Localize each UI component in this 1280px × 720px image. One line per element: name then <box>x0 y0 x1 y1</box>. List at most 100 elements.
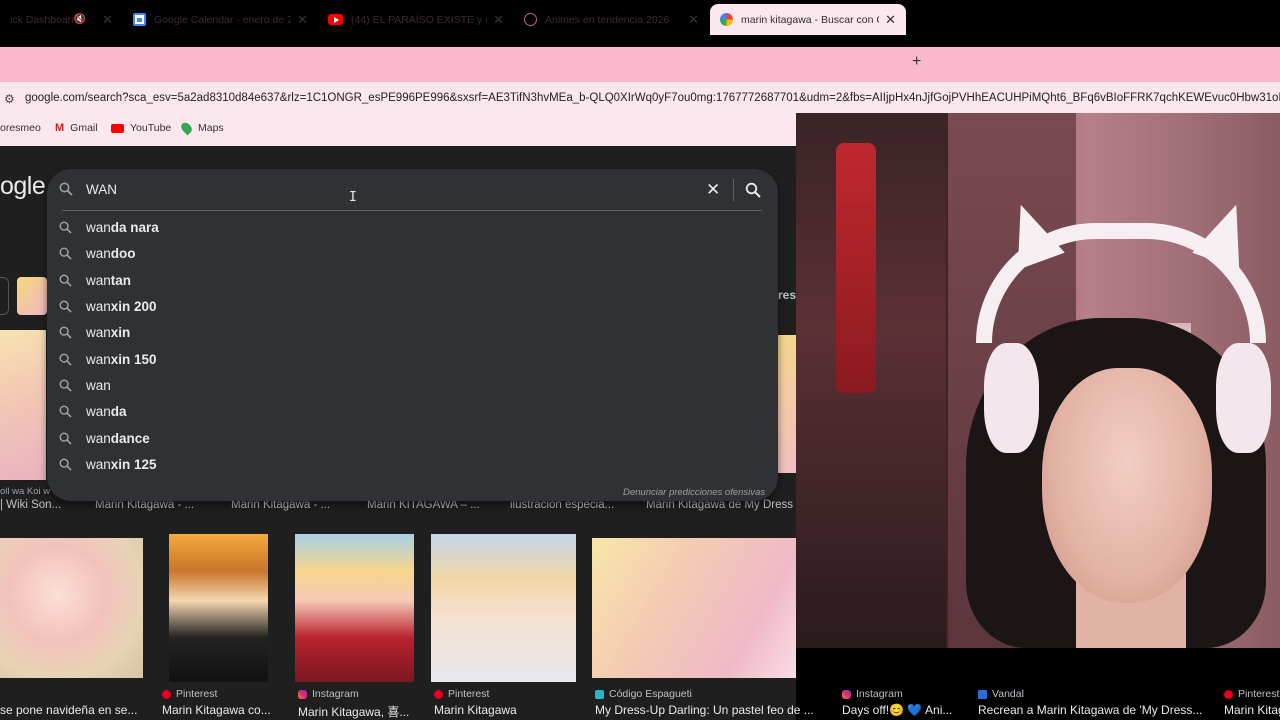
suggestion-prefix: wan <box>86 403 111 419</box>
tab-title: (44) EL PARAÍSO EXISTE y está e <box>351 13 487 26</box>
result-source[interactable]: Vandal <box>978 688 1024 700</box>
image-result-thumbnail[interactable] <box>0 330 46 480</box>
suggestion-prefix: wan <box>86 456 111 472</box>
image-result-caption[interactable]: Days off!😊 💙 Ani... <box>842 703 957 717</box>
muted-speaker-icon[interactable]: 🔇 <box>74 14 86 25</box>
search-icon <box>59 246 72 260</box>
report-predictions-link[interactable]: Denunciar predicciones ofensivas <box>623 487 765 498</box>
tab-title: Animes en tendencia 2026 <box>545 13 670 26</box>
tab-youtube[interactable]: (44) EL PARAÍSO EXISTE y está e ✕ <box>318 4 514 35</box>
filter-chip-label[interactable]: res <box>778 288 796 302</box>
pinterest-icon <box>1224 689 1233 699</box>
result-source[interactable]: Pinterest <box>1224 688 1279 700</box>
image-result-caption[interactable]: Marin Kitag <box>1224 703 1280 717</box>
new-tab-plus-icon[interactable]: + <box>912 53 921 71</box>
close-icon[interactable]: ✕ <box>688 12 699 28</box>
suggestion-prefix: wan <box>86 324 111 340</box>
bookmark-gmail[interactable]: M Gmail <box>55 122 98 134</box>
url-text[interactable]: google.com/search?sca_esv=5a2ad8310d84e6… <box>25 92 1280 104</box>
source-label: Instagram <box>312 688 359 700</box>
search-icon <box>59 431 72 445</box>
result-source[interactable]: Pinterest <box>162 688 217 700</box>
image-result-caption[interactable]: Recrean a Marin Kitagawa de 'My Dress... <box>978 703 1208 717</box>
source-label: Instagram <box>856 688 903 700</box>
google-logo[interactable]: ogle <box>0 172 46 201</box>
bookmark-maps[interactable]: Maps <box>179 120 224 136</box>
search-submit-icon[interactable] <box>745 182 761 198</box>
search-suggestion[interactable]: wanxin 125 <box>59 451 759 477</box>
tab-google-search[interactable]: marin kitagawa - Buscar con Go ✕ <box>710 4 906 35</box>
instagram-icon <box>298 689 307 699</box>
search-suggestion[interactable]: wantan <box>59 267 759 293</box>
maps-icon <box>179 120 194 136</box>
cat-ear-headset <box>984 343 1039 453</box>
image-overlay-text: oll wa Koi w <box>0 486 51 497</box>
bookmark-youtube[interactable]: YouTube <box>111 122 171 134</box>
bookmark-label: YouTube <box>130 122 172 134</box>
close-icon[interactable]: ✕ <box>297 12 308 28</box>
result-source[interactable]: Instagram <box>298 688 359 700</box>
bookmark-label: Gmail <box>70 122 98 134</box>
suggestion-text: wanxin <box>86 325 130 340</box>
suggestion-completion: xin <box>110 324 131 340</box>
result-source[interactable]: Instagram <box>842 688 903 700</box>
image-result-caption[interactable]: Marin Kitagawa, 喜... <box>298 703 416 720</box>
webcam-person <box>1042 368 1212 603</box>
suggestion-completion: xin 125 <box>110 456 157 472</box>
cat-ear-headset <box>1216 343 1271 453</box>
suggestion-completion: dance <box>110 430 150 446</box>
search-input-row[interactable] <box>47 169 778 211</box>
suggestion-prefix: wan <box>86 245 111 261</box>
bookmark-partial[interactable]: oresmeo <box>0 122 41 134</box>
image-result-thumbnail[interactable] <box>592 538 796 678</box>
clear-search-icon[interactable]: ✕ <box>706 180 720 200</box>
site-settings-icon[interactable]: ⚙ <box>4 92 16 106</box>
anime-icon <box>524 13 537 26</box>
search-suggestion[interactable]: wanxin 200 <box>59 293 759 319</box>
tab-dashboard[interactable]: ick Dashboard 🔇 ✕ <box>0 4 123 35</box>
suggestion-text: wanxin 200 <box>86 299 157 314</box>
suggestion-prefix: wan <box>86 377 111 393</box>
suggestion-text: wanda <box>86 404 127 419</box>
image-result-thumbnail[interactable] <box>778 335 796 473</box>
close-icon[interactable]: ✕ <box>493 12 504 28</box>
tab-animes[interactable]: Animes en tendencia 2026 ✕ <box>514 4 709 35</box>
close-icon[interactable]: ✕ <box>102 12 113 28</box>
search-suggestion[interactable]: wandance <box>59 425 759 451</box>
search-suggestion[interactable]: wanda nara <box>59 214 759 240</box>
search-suggestion[interactable]: wandoo <box>59 240 759 266</box>
search-input[interactable]: WAN <box>86 182 117 197</box>
pinterest-icon <box>434 689 443 699</box>
tab-google-calendar[interactable]: Google Calendar - enero de 20 ✕ <box>123 4 318 35</box>
suggestion-text: wanda nara <box>86 220 159 235</box>
result-source[interactable]: Pinterest <box>434 688 489 700</box>
image-result-caption[interactable]: Marin Kitagawa co... <box>162 703 277 717</box>
image-result-caption[interactable]: | Wiki Son... <box>0 499 70 511</box>
image-result-caption[interactable]: Marin Kitagawa <box>434 703 554 717</box>
result-source[interactable]: Código Espagueti <box>595 688 692 700</box>
tab-strip <box>0 47 1280 82</box>
search-suggestion[interactable]: wanxin <box>59 319 759 345</box>
image-result-thumbnail[interactable] <box>0 538 143 678</box>
close-icon[interactable]: ✕ <box>885 12 896 28</box>
text-cursor-icon: I <box>349 190 357 205</box>
suggestion-text: wanxin 150 <box>86 352 157 367</box>
vandal-icon <box>978 689 987 699</box>
search-suggestion[interactable]: wanda <box>59 398 759 424</box>
related-search-chip-thumbnail[interactable] <box>17 277 47 315</box>
search-icon <box>59 352 72 366</box>
image-result-thumbnail[interactable] <box>295 534 414 682</box>
suggestion-text: wandance <box>86 431 150 446</box>
search-suggestion[interactable]: wanxin 150 <box>59 346 759 372</box>
filter-chip-partial[interactable] <box>0 277 9 315</box>
suggestion-text: wantan <box>86 273 131 288</box>
image-result-caption[interactable]: se pone navideña en se... <box>0 703 145 717</box>
image-result-thumbnail[interactable] <box>431 534 576 682</box>
suggestion-text: wan <box>86 378 111 393</box>
image-result-thumbnail[interactable] <box>169 534 268 682</box>
search-suggestion[interactable]: wan <box>59 372 759 398</box>
source-label: Pinterest <box>448 688 490 700</box>
search-icon <box>59 182 73 196</box>
tab-title: Google Calendar - enero de 20 <box>154 13 292 26</box>
image-result-caption[interactable]: My Dress-Up Darling: Un pastel feo de ..… <box>595 703 820 717</box>
